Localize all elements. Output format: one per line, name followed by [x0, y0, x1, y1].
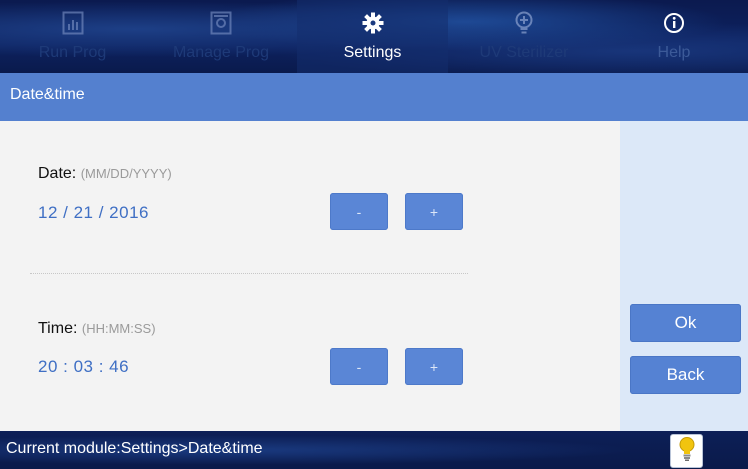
- tab-manage-prog-label: Manage Prog: [172, 44, 270, 61]
- tab-manage-prog[interactable]: Manage Prog: [145, 0, 297, 73]
- page-title: Date&time: [10, 86, 85, 103]
- tab-settings[interactable]: Settings: [297, 0, 448, 73]
- status-text: Current module:Settings>Date&time: [6, 440, 263, 457]
- time-value: 20 : 03 : 46: [38, 357, 130, 376]
- tab-uv-sterilizer[interactable]: UV Sterilizer: [448, 0, 600, 73]
- lightbulb-button[interactable]: [670, 434, 703, 468]
- ok-button[interactable]: Ok: [630, 304, 741, 342]
- page-title-bar: Date&time: [0, 73, 748, 121]
- tab-settings-label: Settings: [343, 44, 402, 61]
- time-decrement-button[interactable]: -: [330, 348, 388, 385]
- tab-uv-sterilizer-label: UV Sterilizer: [479, 44, 569, 61]
- manage-icon: [210, 10, 232, 36]
- date-increment-button[interactable]: +: [405, 193, 463, 230]
- date-label-row: Date: (MM/DD/YYYY): [38, 165, 172, 183]
- tab-run-prog[interactable]: Run Prog: [0, 0, 145, 73]
- tab-help-label: Help: [657, 44, 691, 61]
- info-icon: [663, 10, 685, 36]
- back-button[interactable]: Back: [630, 356, 741, 394]
- top-navigation: Run Prog Manage Prog Settings UV Sterili…: [0, 0, 748, 73]
- date-value: 12 / 21 / 2016: [38, 203, 149, 222]
- time-format-hint: (HH:MM:SS): [81, 321, 156, 336]
- tab-help[interactable]: Help: [600, 0, 748, 73]
- gear-icon: [362, 10, 384, 36]
- time-label-row: Time: (HH:MM:SS): [38, 320, 156, 338]
- date-label: Date:: [38, 165, 77, 182]
- status-bar: Current module:Settings>Date&time: [0, 431, 748, 469]
- date-format-hint: (MM/DD/YYYY): [80, 166, 172, 181]
- chart-icon: [62, 10, 84, 36]
- uv-lamp-icon: [514, 10, 534, 36]
- date-decrement-button[interactable]: -: [330, 193, 388, 230]
- time-increment-button[interactable]: +: [405, 348, 463, 385]
- section-divider: [30, 273, 468, 274]
- time-label: Time:: [38, 320, 78, 337]
- lightbulb-icon: [678, 436, 696, 467]
- tab-run-prog-label: Run Prog: [38, 44, 107, 61]
